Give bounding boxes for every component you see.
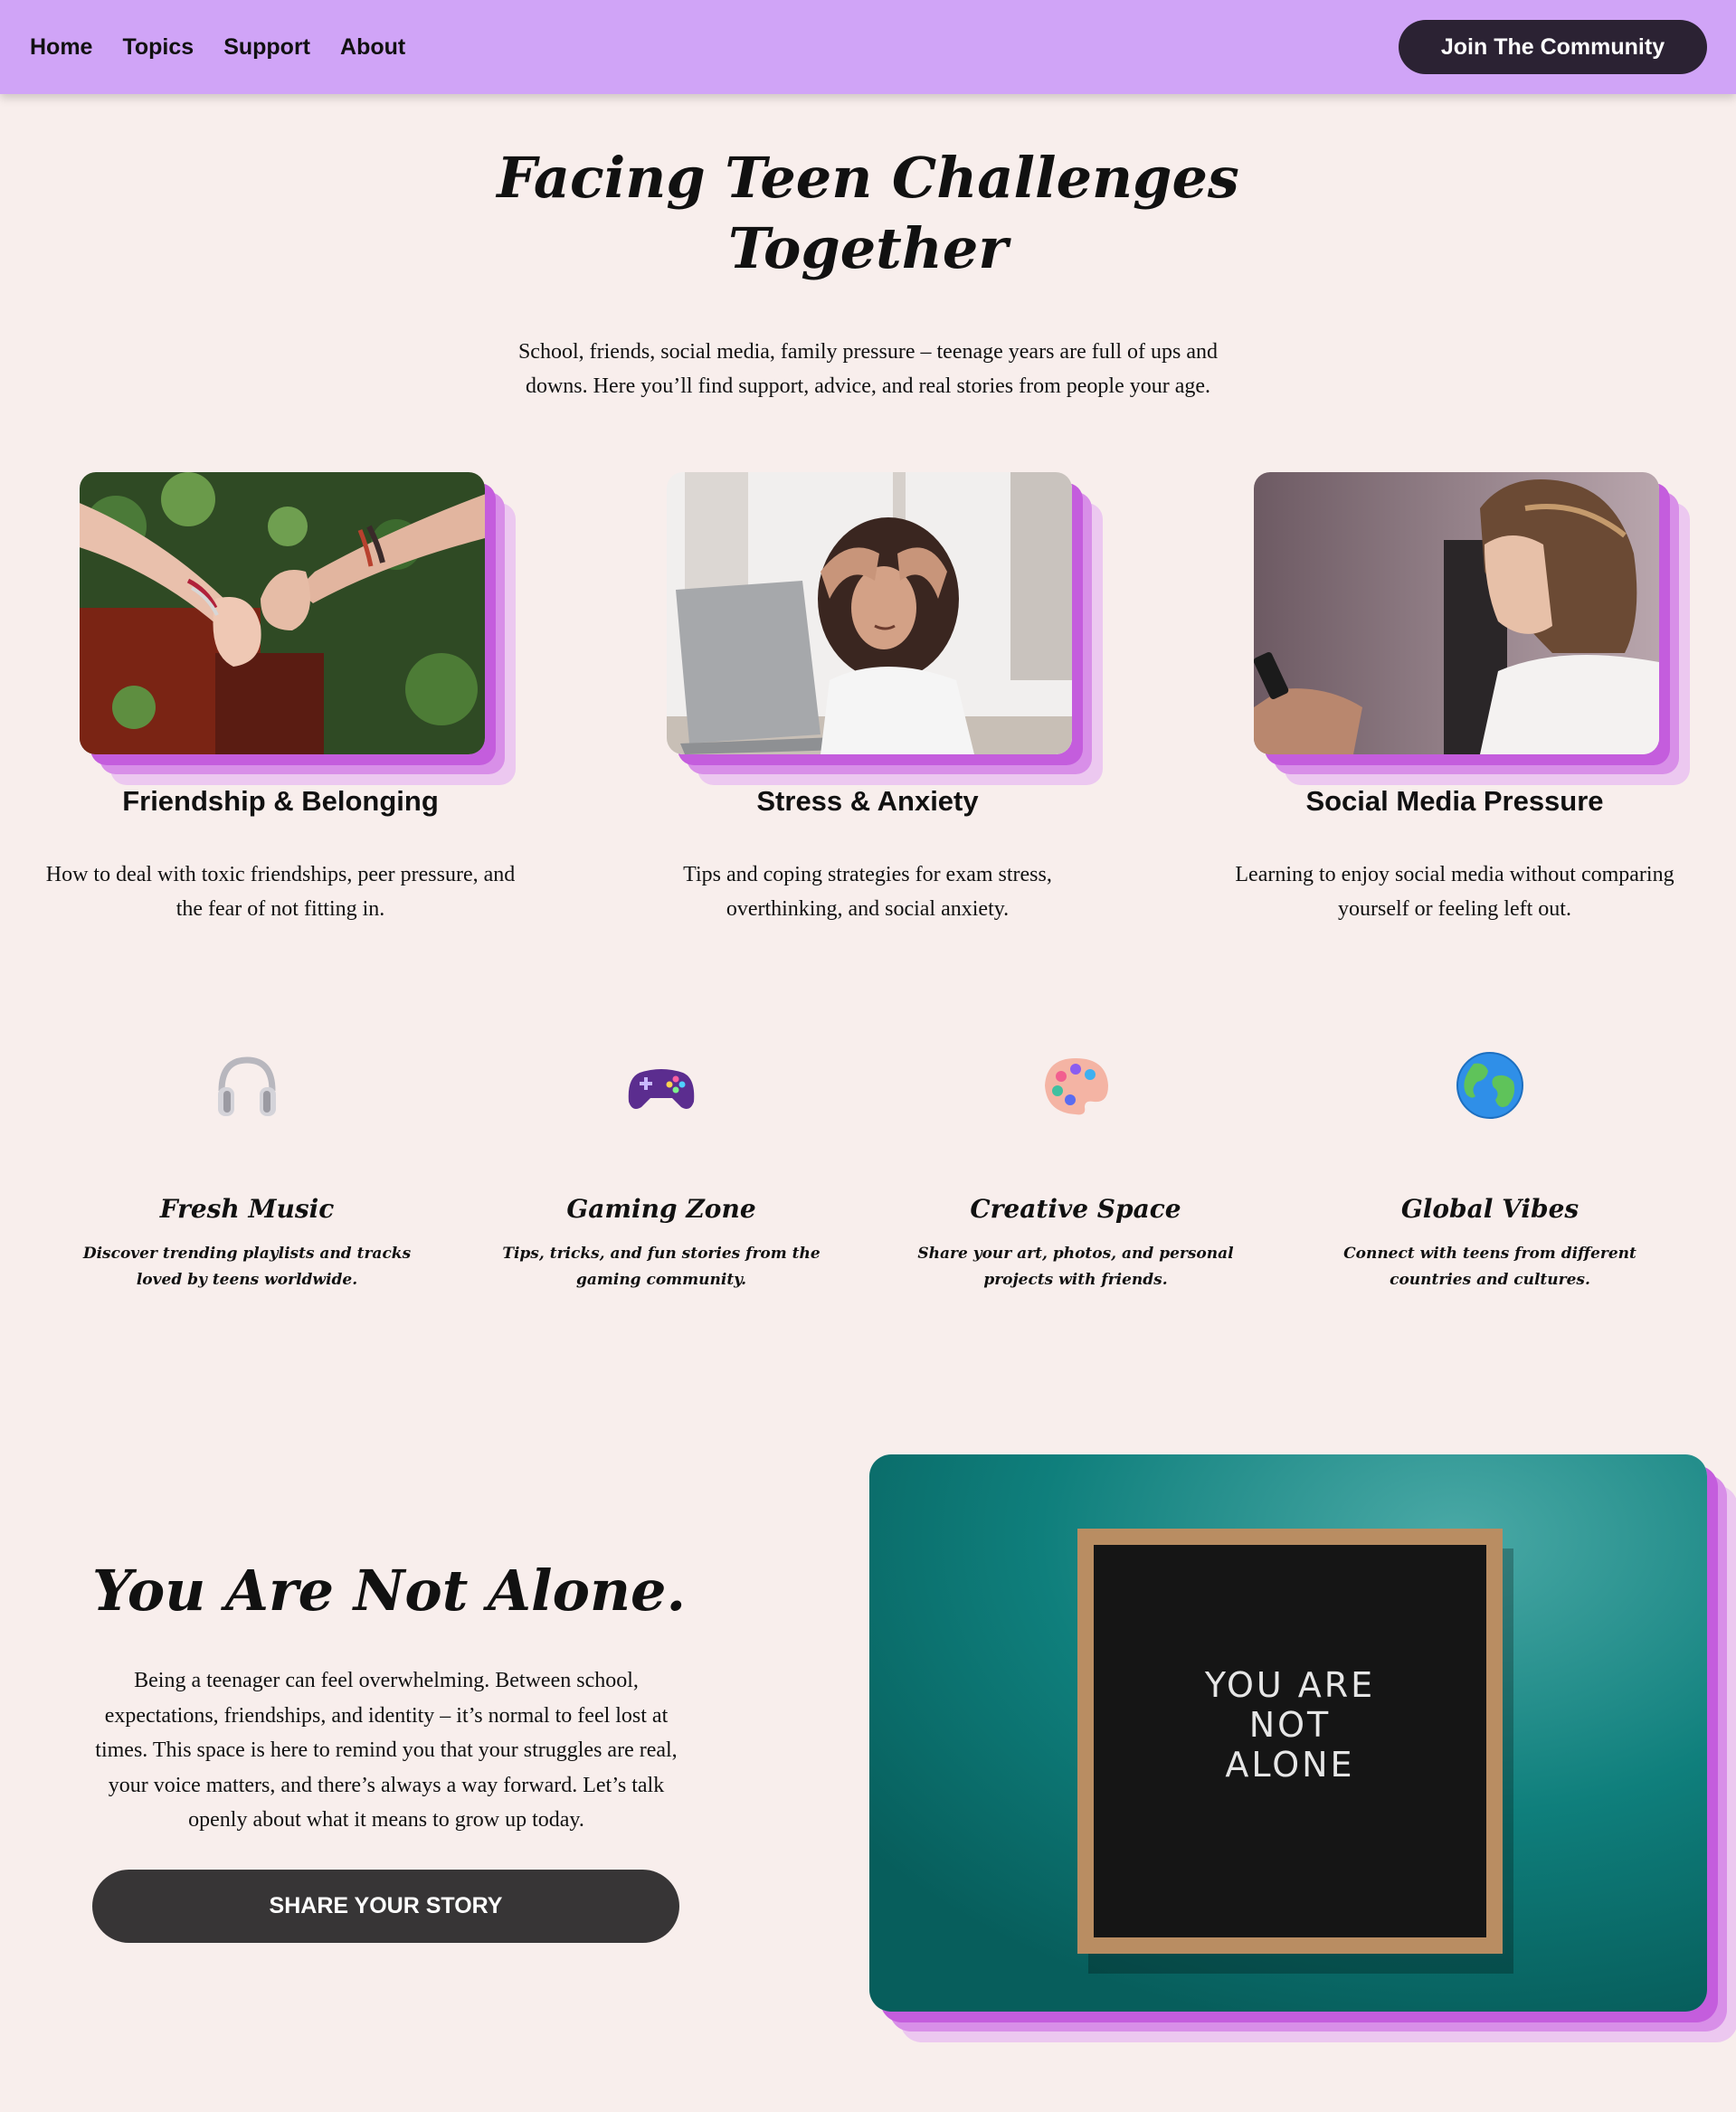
- nav-support-link[interactable]: Support: [223, 34, 310, 61]
- hero-title: Facing Teen Challenges Together: [0, 143, 1736, 284]
- feature-title: Fresh Music: [159, 1194, 335, 1224]
- board-line-1: YOU ARE: [1204, 1665, 1375, 1705]
- game-controller-icon: [467, 1049, 856, 1131]
- nav-about-link[interactable]: About: [340, 34, 405, 61]
- feature-description: Share your art, photos, and personal pro…: [917, 1245, 1234, 1289]
- not-alone-title: You Are Not Alone.: [92, 1558, 687, 1624]
- stressed-girl-laptop-photo: [667, 472, 1072, 754]
- topic-description: Tips and coping strategies for exam stre…: [683, 863, 1052, 921]
- join-community-button[interactable]: Join The Community: [1399, 20, 1707, 74]
- hero-title-line2: Together: [727, 215, 1008, 281]
- main-nav: Home Topics Support About: [30, 0, 405, 94]
- board-line-2: NOT: [1249, 1705, 1332, 1745]
- feature-title: Gaming Zone: [566, 1194, 756, 1224]
- topic-title: Stress & Anxiety: [756, 785, 979, 817]
- top-nav-bar: Home Topics Support About Join The Commu…: [0, 0, 1736, 94]
- hero-subtitle: School, friends, social media, family pr…: [517, 340, 1219, 398]
- topic-title: Social Media Pressure: [1305, 785, 1604, 817]
- feature-title: Global Vibes: [1400, 1194, 1579, 1224]
- feature-description: Discover trending playlists and tracks l…: [82, 1245, 412, 1289]
- nav-topics-link[interactable]: Topics: [122, 34, 194, 61]
- feature-description: Connect with teens from different countr…: [1343, 1245, 1636, 1289]
- pinky-promise-photo: [80, 472, 485, 754]
- girl-with-phone-photo: [1254, 472, 1659, 754]
- topic-title: Friendship & Belonging: [122, 785, 439, 817]
- board-line-3: ALONE: [1225, 1745, 1354, 1785]
- headphones-icon: [52, 1049, 441, 1131]
- nav-home-link[interactable]: Home: [30, 34, 92, 61]
- topic-description: Learning to enjoy social media without c…: [1235, 863, 1674, 921]
- share-your-story-button[interactable]: SHARE YOUR STORY: [92, 1870, 679, 1943]
- topic-description: How to deal with toxic friendships, peer…: [45, 863, 516, 921]
- artist-palette-icon: [881, 1049, 1270, 1131]
- feature-description: Tips, tricks, and fun stories from the g…: [502, 1245, 821, 1289]
- letter-board-photo: YOU ARE NOT ALONE: [869, 1454, 1707, 2012]
- hero-title-line1: Facing Teen Challenges: [497, 145, 1239, 211]
- feature-title: Creative Space: [970, 1194, 1181, 1224]
- globe-icon: [1295, 1049, 1684, 1131]
- not-alone-body: Being a teenager can feel overwhelming. …: [95, 1669, 678, 1832]
